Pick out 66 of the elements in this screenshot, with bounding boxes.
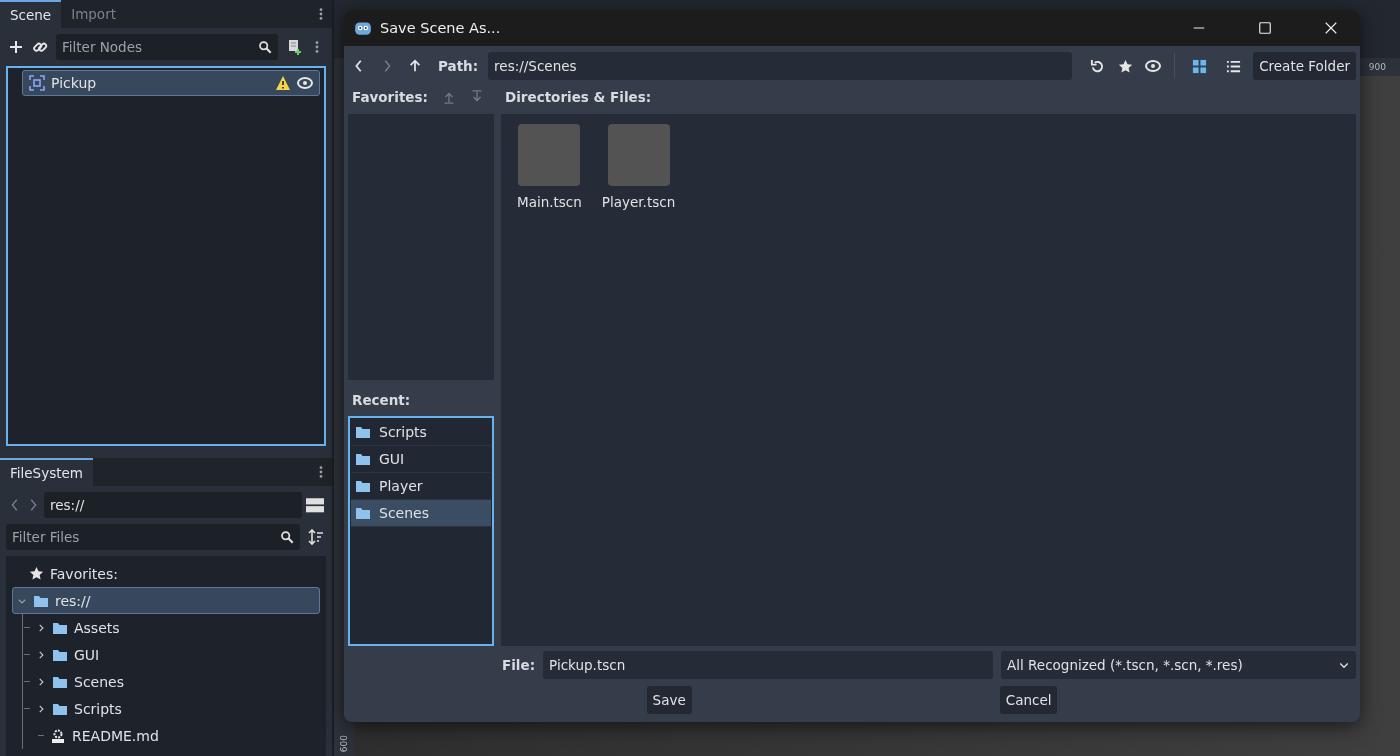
- search-icon[interactable]: [280, 530, 294, 544]
- dialog-title: Save Scene As...: [380, 20, 502, 36]
- folder-row[interactable]: Scripts: [23, 695, 320, 722]
- maximize-icon: [1258, 21, 1272, 35]
- filter-files-field[interactable]: Filter Files: [6, 524, 300, 550]
- eye-icon: [1145, 58, 1162, 74]
- files-label: Directories & Files:: [505, 89, 652, 105]
- recent-folder-item[interactable]: Scripts: [351, 419, 491, 446]
- folder-icon: [355, 424, 371, 440]
- folder-icon: [355, 451, 371, 467]
- split-view-icon[interactable]: [306, 496, 324, 514]
- file-label: File:: [502, 657, 536, 673]
- star-icon: [29, 566, 44, 581]
- file-item[interactable]: Main.tscn: [517, 124, 582, 210]
- scene-node-row[interactable]: Pickup: [22, 70, 320, 96]
- search-icon[interactable]: [258, 40, 272, 54]
- dialog-button[interactable]: Cancel: [999, 686, 1058, 714]
- chevron-right-icon[interactable]: [36, 703, 46, 714]
- ruler-label: 600: [339, 734, 349, 752]
- dialog-button[interactable]: Save: [646, 686, 692, 714]
- recent-list[interactable]: Scripts GUI Player Scenes: [348, 416, 494, 646]
- folder-row[interactable]: res://: [12, 587, 320, 614]
- folder-row[interactable]: GUI: [23, 641, 320, 668]
- folder-icon: [355, 478, 371, 494]
- chevron-right-icon[interactable]: [36, 649, 46, 660]
- warning-icon[interactable]: [275, 75, 291, 91]
- recent-label: Recent:: [352, 392, 412, 408]
- recent-folder-item[interactable]: Scenes: [351, 500, 491, 527]
- file-row[interactable]: README.md: [23, 722, 320, 749]
- favorites-label[interactable]: Favorites:: [50, 565, 118, 582]
- favorites-label: Favorites:: [352, 89, 428, 105]
- path-field[interactable]: res://Scenes: [488, 52, 1073, 80]
- create-folder-button[interactable]: Create Folder: [1253, 52, 1356, 80]
- chevron-right-icon[interactable]: [36, 622, 46, 633]
- recent-folder-item[interactable]: GUI: [351, 446, 491, 473]
- filter-nodes-field[interactable]: Filter Nodes: [56, 34, 278, 60]
- eye-icon[interactable]: [297, 75, 313, 91]
- file-thumbnail: [518, 124, 581, 186]
- file-name: Main.tscn: [517, 194, 582, 210]
- close-icon: [1324, 21, 1338, 35]
- chevron-right-icon[interactable]: [36, 676, 46, 687]
- app-logo-icon: [354, 19, 372, 37]
- node-2d-icon: [29, 75, 45, 91]
- add-icon[interactable]: [8, 39, 24, 55]
- ruler-label: 900: [1368, 62, 1386, 72]
- grid-icon: [1191, 58, 1207, 74]
- refresh-icon: [1089, 58, 1105, 74]
- gear-file-icon: [50, 727, 66, 744]
- add-script-icon[interactable]: [286, 39, 302, 55]
- dock-tab[interactable]: Import: [61, 0, 126, 28]
- path-label: Path:: [438, 58, 479, 74]
- file-thumbnail: [607, 124, 670, 186]
- folder-icon: [355, 505, 371, 521]
- folder-row[interactable]: Scenes: [23, 668, 320, 695]
- sort-icon[interactable]: [308, 529, 324, 545]
- dock-tab[interactable]: FileSystem: [0, 458, 93, 486]
- file-item[interactable]: Player.tscn: [601, 124, 676, 210]
- up-arrow-icon: [408, 59, 422, 73]
- path-field[interactable]: res://: [44, 492, 302, 518]
- file-name: Player.tscn: [601, 194, 676, 210]
- file-name-field[interactable]: Pickup.tscn: [543, 651, 994, 679]
- star-icon: [1117, 58, 1133, 74]
- folder-row[interactable]: Assets: [23, 614, 320, 641]
- list-icon: [1225, 58, 1241, 74]
- dock-tab[interactable]: Scene: [0, 0, 62, 28]
- filter-dropdown[interactable]: All Recognized (*.tscn, *.scn, *.res): [1001, 651, 1356, 679]
